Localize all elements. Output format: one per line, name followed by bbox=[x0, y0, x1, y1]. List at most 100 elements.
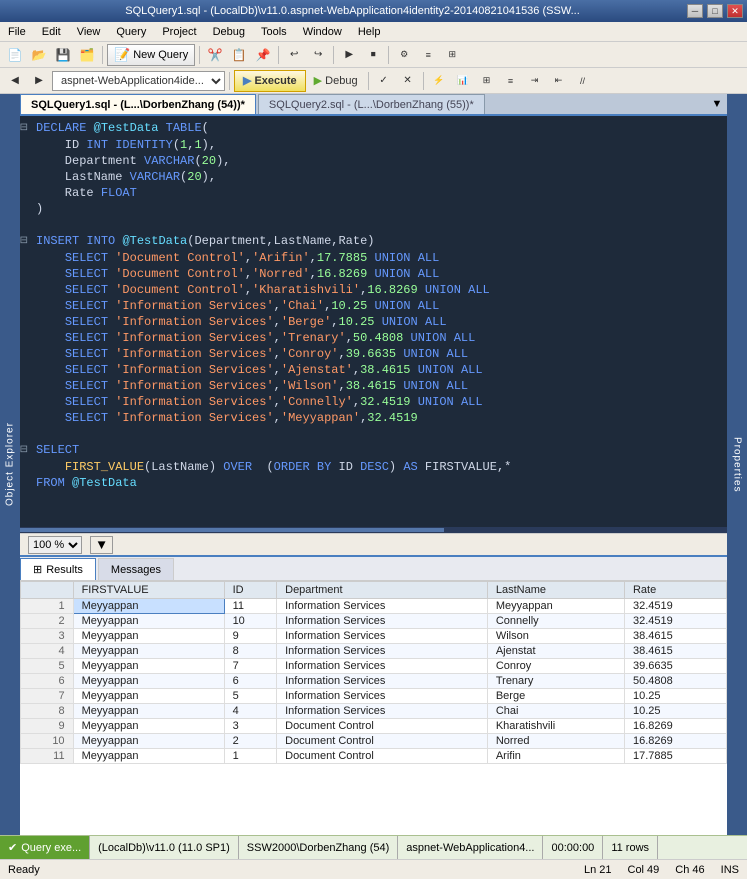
code-content[interactable]: FIRST_VALUE(LastName) OVER (ORDER BY ID … bbox=[32, 459, 727, 475]
tb-cancel-exec[interactable]: ✕ bbox=[397, 70, 419, 92]
code-content[interactable]: SELECT 'Document Control','Norred',16.82… bbox=[32, 266, 727, 282]
code-content[interactable]: SELECT 'Information Services','Wilson',3… bbox=[32, 378, 727, 394]
editor-scrollbar[interactable] bbox=[20, 527, 727, 533]
zoom-fit[interactable]: ▼ bbox=[90, 536, 113, 554]
menu-project[interactable]: Project bbox=[154, 24, 204, 40]
zoom-select[interactable]: 100 % bbox=[28, 536, 82, 554]
tb-paste[interactable]: 📌 bbox=[252, 44, 274, 66]
tb-grid[interactable]: ⊞ bbox=[476, 70, 498, 92]
col-header-rate: Rate bbox=[624, 582, 726, 599]
status-server: (LocalDb)\v11.0 (11.0 SP1) bbox=[90, 836, 239, 859]
code-line: SELECT 'Information Services','Meyyappan… bbox=[20, 410, 727, 426]
code-content[interactable]: SELECT 'Information Services','Connelly'… bbox=[32, 394, 727, 410]
code-content[interactable]: LastName VARCHAR(20), bbox=[32, 169, 727, 185]
code-content[interactable]: SELECT 'Information Services','Chai',10.… bbox=[32, 298, 727, 314]
tb-more3[interactable]: ⊞ bbox=[441, 44, 463, 66]
tb-stop[interactable]: ⏹ bbox=[362, 44, 384, 66]
code-content[interactable]: SELECT bbox=[32, 442, 727, 459]
code-content[interactable]: SELECT 'Information Services','Meyyappan… bbox=[32, 410, 727, 426]
tb-more1[interactable]: ⚙ bbox=[393, 44, 415, 66]
object-explorer-label: Object Explorer bbox=[5, 423, 16, 507]
dept-cell: Information Services bbox=[277, 614, 488, 629]
line-gutter[interactable]: ⊟ bbox=[20, 120, 32, 137]
table-row: 5Meyyappan7Information ServicesConroy39.… bbox=[21, 659, 727, 674]
menu-file[interactable]: File bbox=[0, 24, 34, 40]
status-rows: 11 rows bbox=[603, 836, 658, 859]
tb-open[interactable]: 📂 bbox=[28, 44, 50, 66]
code-content[interactable]: DECLARE @TestData TABLE( bbox=[32, 120, 727, 137]
code-line: ) bbox=[20, 201, 727, 217]
code-content[interactable]: SELECT 'Information Services','Conroy',3… bbox=[32, 346, 727, 362]
tb-redo[interactable]: ↪ bbox=[307, 44, 329, 66]
properties-panel[interactable]: Properties bbox=[727, 94, 747, 835]
minimize-button[interactable]: ─ bbox=[687, 4, 703, 18]
code-content[interactable] bbox=[32, 426, 727, 442]
code-content[interactable]: SELECT 'Document Control','Kharatishvili… bbox=[32, 282, 727, 298]
execute-button[interactable]: ▶ Execute bbox=[234, 70, 306, 92]
code-editor[interactable]: ⊟DECLARE @TestData TABLE( ID INT IDENTIT… bbox=[20, 116, 727, 527]
new-query-button[interactable]: 📝 New Query bbox=[107, 44, 195, 66]
tb-comment[interactable]: // bbox=[572, 70, 594, 92]
tb-check[interactable]: ✓ bbox=[373, 70, 395, 92]
menu-tools[interactable]: Tools bbox=[253, 24, 295, 40]
tb-more2[interactable]: ≡ bbox=[417, 44, 439, 66]
tb-results[interactable]: 📊 bbox=[452, 70, 474, 92]
results-tab-results[interactable]: ⊞ Results bbox=[20, 558, 96, 580]
editor-scroll-thumb[interactable] bbox=[20, 528, 444, 532]
table-row: 3Meyyappan9Information ServicesWilson38.… bbox=[21, 629, 727, 644]
tb-start-debug[interactable]: ▶ bbox=[338, 44, 360, 66]
tb-cut[interactable]: ✂️ bbox=[204, 44, 226, 66]
tb-new-file[interactable]: 📄 bbox=[4, 44, 26, 66]
menu-query[interactable]: Query bbox=[108, 24, 154, 40]
tab-query2[interactable]: SQLQuery2.sql - (L...\DorbenZhang (55))* bbox=[258, 94, 485, 114]
rate-cell: 32.4519 bbox=[624, 614, 726, 629]
tb-opts[interactable]: ≡ bbox=[500, 70, 522, 92]
code-line: SELECT 'Information Services','Connelly'… bbox=[20, 394, 727, 410]
tb-indent1[interactable]: ⇥ bbox=[524, 70, 546, 92]
menu-edit[interactable]: Edit bbox=[34, 24, 69, 40]
line-gutter[interactable]: ⊟ bbox=[20, 233, 32, 250]
code-content[interactable]: ID INT IDENTITY(1,1), bbox=[32, 137, 727, 153]
id-cell: 3 bbox=[224, 719, 277, 734]
database-dropdown[interactable]: aspnet-WebApplication4ide... bbox=[52, 71, 225, 91]
rate-cell: 50.4808 bbox=[624, 674, 726, 689]
status-server-text: (LocalDb)\v11.0 (11.0 SP1) bbox=[98, 842, 230, 854]
code-content[interactable]: SELECT 'Information Services','Ajenstat'… bbox=[32, 362, 727, 378]
menu-help[interactable]: Help bbox=[350, 24, 389, 40]
menu-view[interactable]: View bbox=[69, 24, 109, 40]
execute-icon: ▶ bbox=[243, 74, 251, 87]
tb-save-all[interactable]: 🗂️ bbox=[76, 44, 98, 66]
code-content[interactable]: INSERT INTO @TestData(Department,LastNam… bbox=[32, 233, 727, 250]
code-content[interactable]: FROM @TestData bbox=[32, 475, 727, 491]
code-content[interactable]: Rate FLOAT bbox=[32, 185, 727, 201]
code-content[interactable]: Department VARCHAR(20), bbox=[32, 153, 727, 169]
status-query-text: Query exe... bbox=[21, 842, 81, 854]
tb-copy[interactable]: 📋 bbox=[228, 44, 250, 66]
tb-save[interactable]: 💾 bbox=[52, 44, 74, 66]
firstvalue-cell: Meyyappan bbox=[73, 644, 224, 659]
close-button[interactable]: ✕ bbox=[727, 4, 743, 18]
tb-back[interactable]: ◀ bbox=[4, 70, 26, 92]
col-header-lastname: LastName bbox=[487, 582, 624, 599]
results-table-wrap[interactable]: FIRSTVALUE ID Department LastName Rate 1… bbox=[20, 581, 727, 835]
code-content[interactable]: SELECT 'Information Services','Berge',10… bbox=[32, 314, 727, 330]
code-content[interactable]: ) bbox=[32, 201, 727, 217]
code-content[interactable]: SELECT 'Document Control','Arifin',17.78… bbox=[32, 250, 727, 266]
tab-query1[interactable]: SQLQuery1.sql - (L...\DorbenZhang (54))* bbox=[20, 94, 256, 114]
tb-indent2[interactable]: ⇤ bbox=[548, 70, 570, 92]
tb-parse[interactable]: ⚡ bbox=[428, 70, 450, 92]
debug-button[interactable]: ▶ Debug bbox=[308, 70, 364, 92]
menu-window[interactable]: Window bbox=[295, 24, 350, 40]
results-tab-messages[interactable]: Messages bbox=[98, 558, 174, 580]
menu-debug[interactable]: Debug bbox=[205, 24, 253, 40]
tb-undo[interactable]: ↩ bbox=[283, 44, 305, 66]
code-content[interactable] bbox=[32, 217, 727, 233]
line-gutter[interactable]: ⊟ bbox=[20, 442, 32, 459]
tab-expand-button[interactable]: ▼ bbox=[707, 94, 727, 114]
object-explorer-panel[interactable]: Object Explorer bbox=[0, 94, 20, 835]
line-gutter bbox=[20, 362, 32, 378]
code-content[interactable]: SELECT 'Information Services','Trenary',… bbox=[32, 330, 727, 346]
line-gutter bbox=[20, 185, 32, 201]
tb-forward[interactable]: ▶ bbox=[28, 70, 50, 92]
maximize-button[interactable]: □ bbox=[707, 4, 723, 18]
